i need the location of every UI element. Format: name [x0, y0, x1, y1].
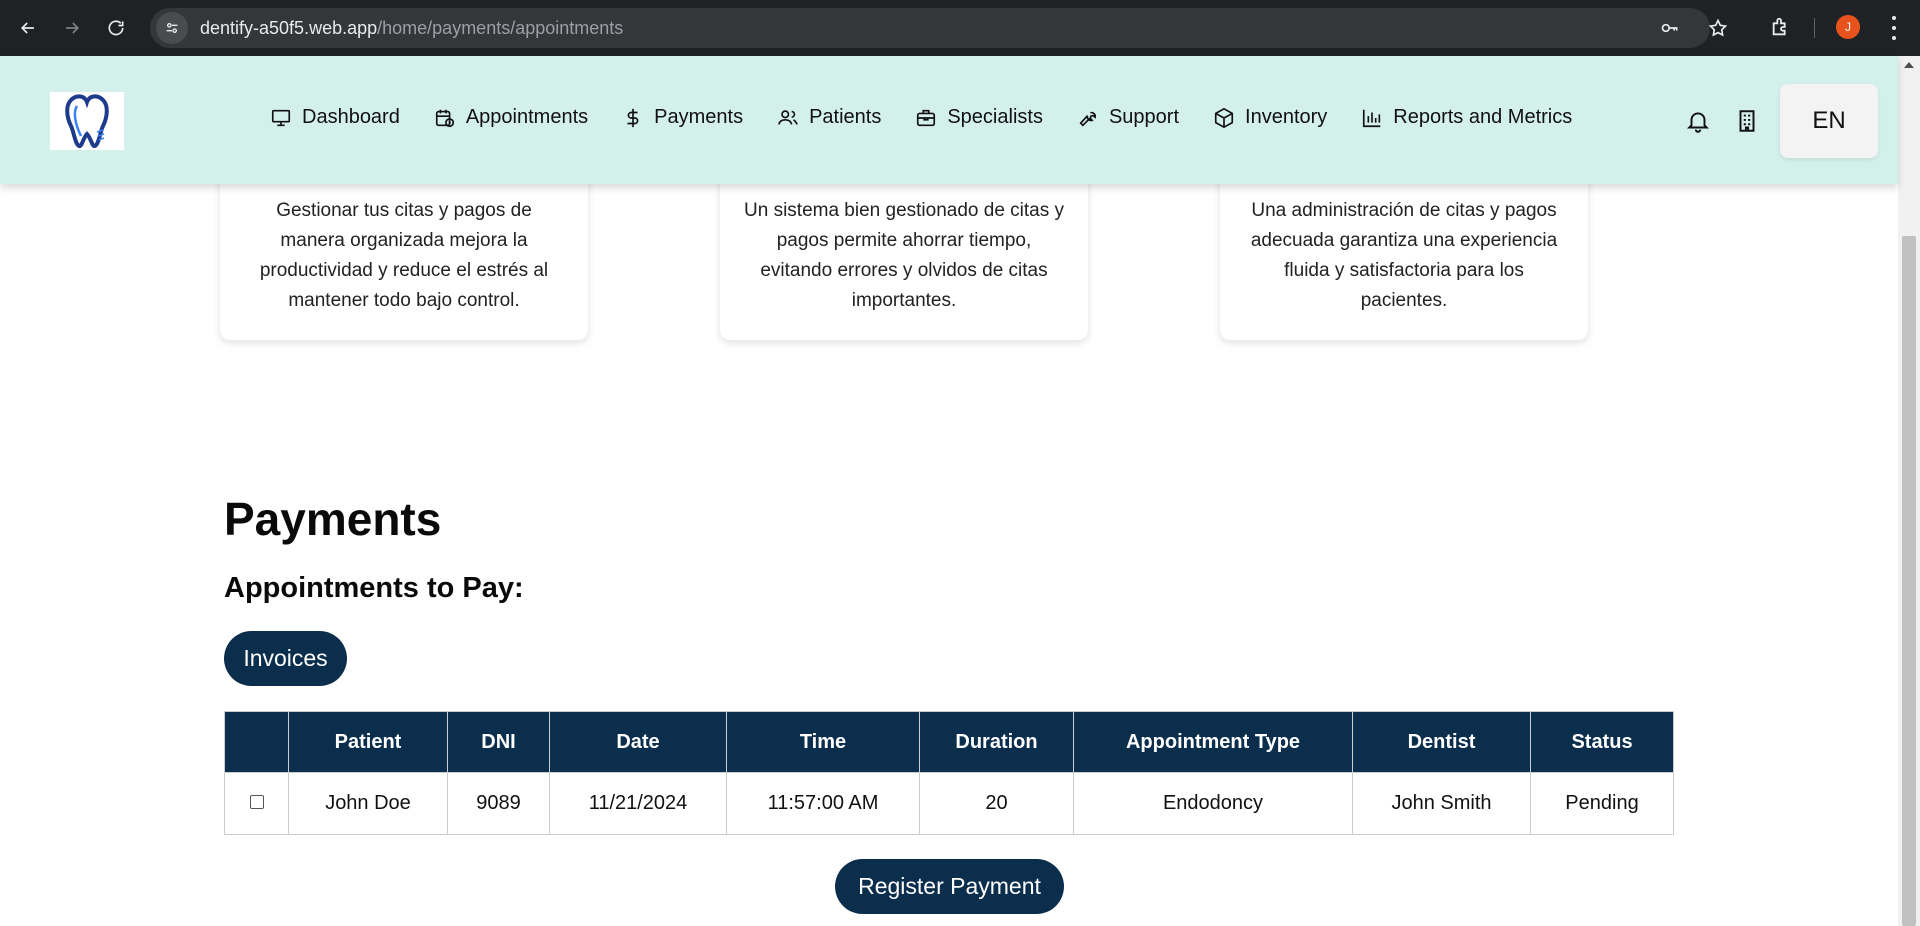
tune-icon	[166, 23, 178, 33]
bar-chart-icon	[1363, 109, 1381, 127]
briefcase-icon	[917, 109, 936, 126]
nav-label: Specialists	[947, 106, 1043, 128]
info-card-text: Una administración de citas y pagos adec…	[1250, 200, 1558, 311]
address-bar[interactable]: dentify-a50f5.web.app/home/payments/appo…	[150, 8, 1728, 48]
nav-inventory[interactable]: Inventory	[1213, 106, 1327, 129]
language-button[interactable]: EN	[1780, 84, 1878, 158]
nav-patients[interactable]: Patients	[777, 106, 881, 129]
box-icon	[1214, 107, 1234, 128]
main-nav: Dashboard Appointments Payments Patients…	[270, 106, 1606, 129]
column-header-dni: DNI	[447, 711, 550, 773]
url-text: dentify-a50f5.web.app/home/payments/appo…	[200, 18, 623, 39]
users-icon	[778, 109, 798, 125]
date-cell: 11/21/2024	[549, 772, 727, 835]
table-row[interactable]: John Doe 9089 11/21/2024 11:57:00 AM 20 …	[224, 772, 1674, 835]
dni-cell: 9089	[447, 772, 550, 835]
nav-label: Patients	[809, 106, 882, 128]
nav-support[interactable]: Support	[1077, 106, 1179, 129]
patient-cell: John Doe	[288, 772, 448, 835]
bell-icon[interactable]	[1685, 108, 1711, 134]
password-key-icon[interactable]	[1660, 18, 1680, 38]
nav-payments[interactable]: Payments	[622, 106, 743, 129]
status-cell: Pending	[1530, 772, 1674, 835]
browser-menu-icon[interactable]	[1884, 16, 1904, 40]
page-title: Payments	[224, 493, 442, 545]
info-card-text: Gestionar tus citas y pagos de manera or…	[259, 200, 549, 311]
url-host: dentify-a50f5.web.app	[200, 17, 378, 38]
nav-reports[interactable]: Reports and Metrics	[1361, 106, 1572, 129]
site-info-button[interactable]	[156, 12, 188, 44]
nav-label: Support	[1108, 106, 1180, 128]
arrow-right-icon	[66, 22, 80, 34]
scroll-thumb[interactable]	[1902, 236, 1916, 926]
nav-label: Payments	[654, 106, 744, 128]
column-header-select	[224, 711, 289, 773]
column-header-patient: Patient	[288, 711, 448, 773]
register-payment-button[interactable]: Register Payment	[835, 859, 1064, 914]
column-header-appointment-type: Appointment Type	[1073, 711, 1353, 773]
appointment-type-cell: Endodoncy	[1073, 772, 1353, 835]
nav-dashboard[interactable]: Dashboard	[270, 106, 400, 129]
section-subtitle: Appointments to Pay:	[224, 572, 524, 604]
dentist-cell: John Smith	[1352, 772, 1531, 835]
column-header-time: Time	[726, 711, 920, 773]
nav-label: Reports and Metrics	[1393, 106, 1573, 128]
dollar-icon	[627, 108, 639, 127]
forward-button[interactable]	[52, 8, 92, 48]
reload-icon	[108, 20, 124, 36]
app-header: Dashboard Appointments Payments Patients…	[0, 56, 1898, 184]
toolbar-divider	[1814, 18, 1815, 38]
reload-button[interactable]	[96, 8, 136, 48]
browser-toolbar: dentify-a50f5.web.app/home/payments/appo…	[0, 0, 1920, 56]
column-header-status: Status	[1530, 711, 1674, 773]
extensions-puzzle-icon[interactable]	[1770, 16, 1794, 40]
bookmark-star-icon[interactable]	[1708, 18, 1728, 38]
monitor-icon	[271, 109, 291, 126]
time-cell: 11:57:00 AM	[726, 772, 920, 835]
table-header-row: Patient DNI Date Time Duration Appointme…	[224, 711, 1674, 773]
url-path: /home/payments/appointments	[377, 17, 624, 38]
row-checkbox[interactable]	[249, 795, 264, 809]
page-scrollbar[interactable]	[1898, 56, 1920, 926]
nav-label: Inventory	[1245, 106, 1328, 128]
nav-label: Dashboard	[302, 106, 400, 128]
building-icon[interactable]	[1734, 108, 1760, 134]
nav-label: Appointments	[465, 106, 589, 128]
column-header-date: Date	[549, 711, 727, 773]
dentify-logo[interactable]	[50, 92, 124, 150]
nav-specialists[interactable]: Specialists	[915, 106, 1043, 129]
column-header-duration: Duration	[919, 711, 1074, 773]
calendar-clock-icon	[435, 109, 454, 127]
column-header-dentist: Dentist	[1352, 711, 1531, 773]
back-button[interactable]	[8, 8, 48, 48]
invoices-button[interactable]: Invoices	[224, 631, 347, 686]
duration-cell: 20	[919, 772, 1074, 835]
row-select-cell	[224, 772, 289, 835]
appointments-table: Patient DNI Date Time Duration Appointme…	[224, 711, 1674, 835]
tooth-logo-icon	[65, 94, 109, 148]
nav-appointments[interactable]: Appointments	[434, 106, 588, 129]
info-card-text: Un sistema bien gestionado de citas y pa…	[744, 200, 1065, 311]
arrow-left-icon	[20, 22, 34, 34]
scroll-up-arrow[interactable]	[1904, 62, 1914, 68]
wrench-icon	[1079, 111, 1096, 127]
profile-avatar[interactable]: J	[1836, 15, 1860, 39]
